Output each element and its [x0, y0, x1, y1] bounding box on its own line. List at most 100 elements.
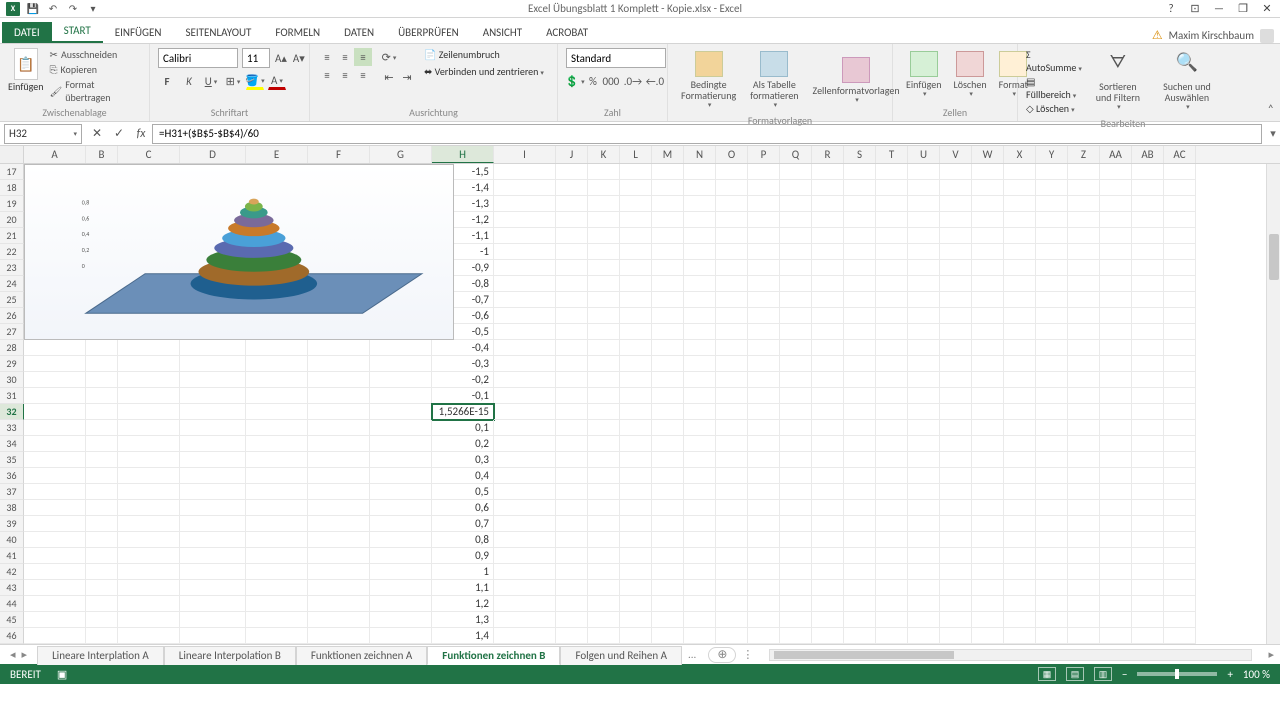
cell-M41[interactable] [652, 548, 684, 564]
cell-Z27[interactable] [1068, 324, 1100, 340]
cell-S40[interactable] [844, 532, 876, 548]
cell-L39[interactable] [620, 516, 652, 532]
cell-R40[interactable] [812, 532, 844, 548]
cell-I35[interactable] [494, 452, 556, 468]
cell-N30[interactable] [684, 372, 716, 388]
row-header-19[interactable]: 19 [0, 196, 24, 212]
row-header-31[interactable]: 31 [0, 388, 24, 404]
cell-M34[interactable] [652, 436, 684, 452]
cell-H30[interactable]: -0,2 [432, 372, 494, 388]
cell-D34[interactable] [180, 436, 246, 452]
cell-J38[interactable] [556, 500, 588, 516]
cell-J33[interactable] [556, 420, 588, 436]
cell-O42[interactable] [716, 564, 748, 580]
cell-L24[interactable] [620, 276, 652, 292]
cell-A37[interactable] [24, 484, 86, 500]
cell-K45[interactable] [588, 612, 620, 628]
cell-K42[interactable] [588, 564, 620, 580]
cell-R41[interactable] [812, 548, 844, 564]
cell-Z44[interactable] [1068, 596, 1100, 612]
view-normal-button[interactable]: ▦ [1038, 667, 1056, 681]
cell-C43[interactable] [118, 580, 180, 596]
cell-Z36[interactable] [1068, 468, 1100, 484]
cell-O33[interactable] [716, 420, 748, 436]
expand-formula-bar-icon[interactable]: ▾ [1266, 127, 1280, 140]
cell-Q28[interactable] [780, 340, 812, 356]
cell-C36[interactable] [118, 468, 180, 484]
cell-W36[interactable] [972, 468, 1004, 484]
cell-AB17[interactable] [1132, 164, 1164, 180]
cell-W27[interactable] [972, 324, 1004, 340]
cell-I29[interactable] [494, 356, 556, 372]
cell-G46[interactable] [370, 628, 432, 644]
cell-R18[interactable] [812, 180, 844, 196]
cell-AC44[interactable] [1164, 596, 1196, 612]
tab-ansicht[interactable]: ANSICHT [471, 22, 534, 43]
row-header-22[interactable]: 22 [0, 244, 24, 260]
cell-D46[interactable] [180, 628, 246, 644]
cell-Q37[interactable] [780, 484, 812, 500]
cell-X43[interactable] [1004, 580, 1036, 596]
cell-J19[interactable] [556, 196, 588, 212]
qat-more-icon[interactable]: ▾ [86, 2, 100, 16]
cell-W38[interactable] [972, 500, 1004, 516]
cell-I41[interactable] [494, 548, 556, 564]
cell-D41[interactable] [180, 548, 246, 564]
cell-L38[interactable] [620, 500, 652, 516]
vertical-scrollbar[interactable] [1266, 164, 1280, 644]
cell-C32[interactable] [118, 404, 180, 420]
cell-Q43[interactable] [780, 580, 812, 596]
redo-icon[interactable]: ↷ [66, 2, 80, 16]
cell-AA22[interactable] [1100, 244, 1132, 260]
cell-AB27[interactable] [1132, 324, 1164, 340]
clear-button[interactable]: ◇ Löschen▾ [1026, 102, 1082, 115]
cell-Z26[interactable] [1068, 308, 1100, 324]
cell-Y30[interactable] [1036, 372, 1068, 388]
row-header-28[interactable]: 28 [0, 340, 24, 356]
cell-V17[interactable] [940, 164, 972, 180]
cell-H28[interactable]: -0,4 [432, 340, 494, 356]
cell-K40[interactable] [588, 532, 620, 548]
cell-G40[interactable] [370, 532, 432, 548]
cell-M33[interactable] [652, 420, 684, 436]
cell-R42[interactable] [812, 564, 844, 580]
cell-AA30[interactable] [1100, 372, 1132, 388]
cell-Y46[interactable] [1036, 628, 1068, 644]
cell-B31[interactable] [86, 388, 118, 404]
cell-O46[interactable] [716, 628, 748, 644]
cell-H35[interactable]: 0,3 [432, 452, 494, 468]
cell-V41[interactable] [940, 548, 972, 564]
sheet-tab-0[interactable]: Lineare Interplation A [37, 646, 164, 665]
cell-AC42[interactable] [1164, 564, 1196, 580]
cell-U28[interactable] [908, 340, 940, 356]
cell-R39[interactable] [812, 516, 844, 532]
cell-Z21[interactable] [1068, 228, 1100, 244]
cell-F42[interactable] [308, 564, 370, 580]
cell-T19[interactable] [876, 196, 908, 212]
view-page-layout-button[interactable]: ▤ [1066, 667, 1084, 681]
wrap-text-button[interactable]: 📄 Zeilenumbruch [424, 48, 544, 61]
cell-I45[interactable] [494, 612, 556, 628]
cell-C30[interactable] [118, 372, 180, 388]
cell-R20[interactable] [812, 212, 844, 228]
cell-Y21[interactable] [1036, 228, 1068, 244]
cell-Y43[interactable] [1036, 580, 1068, 596]
cell-O24[interactable] [716, 276, 748, 292]
increase-indent-button[interactable]: ⇥ [398, 68, 416, 86]
cell-Y22[interactable] [1036, 244, 1068, 260]
cell-AC35[interactable] [1164, 452, 1196, 468]
cell-P34[interactable] [748, 436, 780, 452]
cell-L31[interactable] [620, 388, 652, 404]
collapse-ribbon-icon[interactable]: ˄ [1268, 103, 1274, 117]
cell-AC19[interactable] [1164, 196, 1196, 212]
cell-V23[interactable] [940, 260, 972, 276]
sheet-nav-next[interactable]: ▸ [22, 648, 28, 661]
cell-L30[interactable] [620, 372, 652, 388]
cell-Q26[interactable] [780, 308, 812, 324]
cell-Q20[interactable] [780, 212, 812, 228]
cell-T33[interactable] [876, 420, 908, 436]
cell-L34[interactable] [620, 436, 652, 452]
merge-center-button[interactable]: ⬌ Verbinden und zentrieren▾ [424, 65, 544, 78]
row-header-20[interactable]: 20 [0, 212, 24, 228]
cell-Q30[interactable] [780, 372, 812, 388]
